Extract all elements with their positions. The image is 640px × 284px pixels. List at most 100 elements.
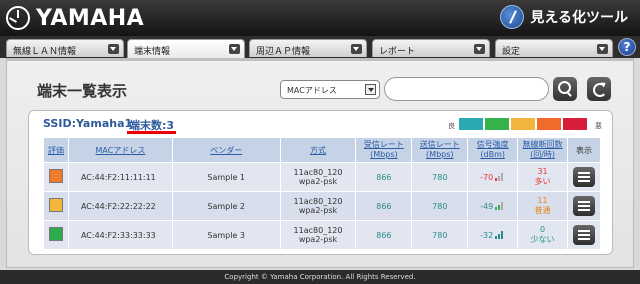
evaluation-indicator (48, 169, 63, 183)
rx-rate-cell: 866 (355, 162, 413, 192)
signal-value: -70 (480, 172, 494, 182)
page-title: 端末一覧表示 (37, 82, 128, 100)
search-input[interactable] (384, 77, 549, 101)
eval-cell (43, 162, 69, 192)
display-cell (566, 162, 602, 192)
legend-swatch (485, 118, 509, 130)
evaluation-indicator (48, 198, 63, 212)
tab-label: 設定 (502, 47, 521, 57)
mode-standard: 11ac80_120 (293, 226, 343, 235)
column-header-display: 表示 (566, 137, 602, 163)
tab-settings[interactable]: 設定 (495, 39, 613, 57)
column-header-vendor[interactable]: ベンダー (171, 137, 281, 163)
mode-standard: 11ac80_120 (293, 168, 343, 177)
main-panel: 端末一覧表示 MACアドレス SSID:Yamaha1 端末数:3 良 悪 評価… (6, 58, 634, 268)
table-row: AC:44:F2:22:22:22 Sample 2 11ac80_120 wpa… (43, 191, 602, 221)
tuning-fork-icon (6, 6, 30, 30)
tab-report[interactable]: レポート (372, 39, 490, 57)
column-header-rx-rate[interactable]: 受信レート (Mbps) (355, 137, 413, 163)
legend-good-label: 良 (448, 122, 455, 130)
column-header-disconnect[interactable]: 無線断回数 (回/時) (517, 137, 568, 163)
display-cell (566, 220, 602, 250)
signal-value: -32 (480, 230, 494, 240)
tab-nearby-ap-info[interactable]: 周辺ＡＰ情報 (249, 39, 367, 57)
visualization-tool-icon (500, 5, 525, 29)
tab-label: 周辺ＡＰ情報 (256, 47, 311, 57)
tx-rate-cell: 780 (411, 191, 469, 221)
mac-cell: AC:44:F2:22:22:22 (67, 191, 173, 221)
column-header-signal[interactable]: 信号強度 (dBm) (467, 137, 519, 163)
rx-rate-cell: 866 (355, 220, 413, 250)
evaluation-indicator (48, 227, 63, 241)
app-header: YAMAHA 見える化ツール (0, 0, 640, 36)
tool-title: 見える化ツール (530, 10, 628, 26)
tool-brand: 見える化ツール (500, 5, 628, 29)
signal-bars-icon (495, 201, 505, 210)
legend-bad-label: 悪 (595, 122, 602, 130)
chevron-down-icon[interactable] (474, 44, 485, 54)
refresh-icon[interactable] (587, 77, 611, 101)
disconnect-cell: 31 多い (517, 162, 568, 192)
eval-cell (43, 191, 69, 221)
vendor-cell: Sample 3 (171, 220, 281, 250)
vendor-cell: Sample 2 (171, 191, 281, 221)
table-row: AC:44:F2:11:11:11 Sample 1 11ac80_120 wpa… (43, 162, 602, 192)
legend-swatch (511, 118, 535, 130)
disconnect-count: 11 (537, 196, 548, 205)
legend-swatch (563, 118, 587, 130)
mac-cell: AC:44:F2:11:11:11 (67, 162, 173, 192)
table-header-row: 評価 MACアドレス ベンダー 方式 受信レート (Mbps) 送信レート (M… (43, 137, 602, 163)
signal-bars-icon (495, 172, 505, 181)
tab-label: レポート (379, 47, 416, 57)
chevron-down-icon[interactable] (351, 44, 362, 54)
detail-list-icon[interactable] (572, 167, 595, 187)
detail-list-icon[interactable] (572, 196, 595, 216)
signal-value: -49 (480, 201, 494, 211)
main-tab-bar: 無線ＬＡＮ情報 端末情報 周辺ＡＰ情報 レポート 設定 ? (0, 36, 640, 58)
chevron-down-icon[interactable] (597, 44, 608, 54)
yamaha-logo: YAMAHA (6, 4, 144, 32)
disconnect-level: 少ない (530, 235, 555, 244)
tx-rate-cell: 780 (411, 220, 469, 250)
rx-rate-cell: 866 (355, 191, 413, 221)
brand-name: YAMAHA (36, 5, 145, 31)
display-cell (566, 191, 602, 221)
mode-cell: 11ac80_120 wpa2-psk (279, 191, 357, 221)
search-icon[interactable] (553, 77, 577, 101)
search-field-selected: MACアドレス (287, 86, 337, 95)
signal-cell: -49 (467, 191, 519, 221)
column-header-mode[interactable]: 方式 (279, 137, 357, 163)
search-field-select[interactable]: MACアドレス (280, 80, 380, 99)
disconnect-cell: 11 普通 (517, 191, 568, 221)
disconnect-level: 多い (534, 177, 551, 186)
tab-terminal-info[interactable]: 端末情報 (127, 39, 245, 58)
chevron-down-icon (365, 84, 376, 95)
mode-security: wpa2-psk (298, 235, 338, 244)
column-header-eval[interactable]: 評価 (43, 137, 69, 163)
tab-label: 端末情報 (134, 47, 171, 57)
signal-cell: -70 (467, 162, 519, 192)
disconnect-level: 普通 (534, 206, 551, 215)
disconnect-count: 0 (540, 225, 546, 234)
count-highlight-underline (127, 131, 176, 134)
signal-bars-icon (495, 230, 505, 239)
detail-list-icon[interactable] (572, 225, 595, 245)
column-header-tx-rate[interactable]: 送信レート (Mbps) (411, 137, 469, 163)
footer-copyright: Copyright © Yamaha Corporation. All Righ… (0, 270, 640, 284)
ssid-label: SSID:Yamaha1 (43, 117, 133, 130)
tx-rate-cell: 780 (411, 162, 469, 192)
help-icon[interactable]: ? (618, 38, 636, 56)
vendor-cell: Sample 1 (171, 162, 281, 192)
tab-wireless-lan-info[interactable]: 無線ＬＡＮ情報 (6, 39, 124, 57)
mode-security: wpa2-psk (298, 206, 338, 215)
chevron-down-icon[interactable] (108, 44, 119, 54)
legend-swatch (537, 118, 561, 130)
mode-cell: 11ac80_120 wpa2-psk (279, 220, 357, 250)
eval-cell (43, 220, 69, 250)
mode-security: wpa2-psk (298, 177, 338, 186)
terminal-table: 評価 MACアドレス ベンダー 方式 受信レート (Mbps) 送信レート (M… (43, 137, 602, 250)
column-header-mac[interactable]: MACアドレス (67, 137, 173, 163)
tab-label: 無線ＬＡＮ情報 (13, 47, 77, 57)
chevron-down-icon[interactable] (229, 44, 240, 54)
signal-cell: -32 (467, 220, 519, 250)
